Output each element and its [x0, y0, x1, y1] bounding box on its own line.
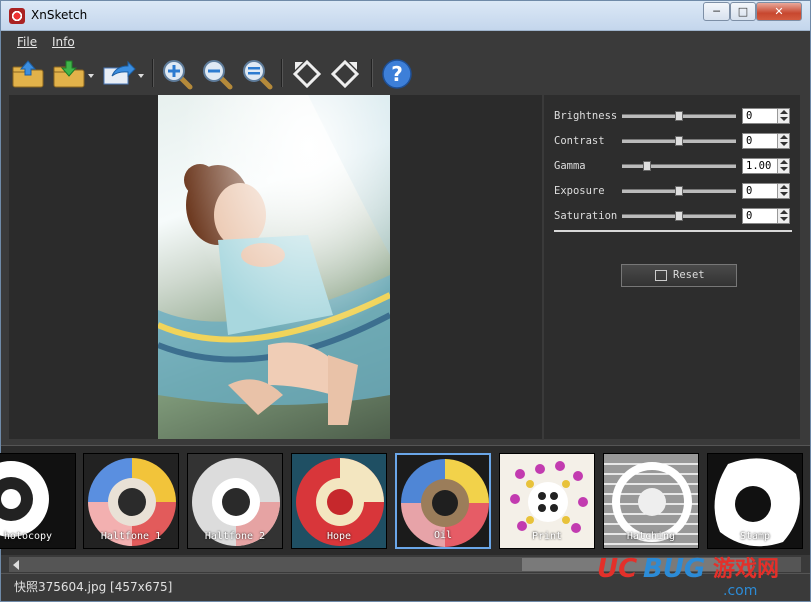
menu-bar: File Info — [1, 31, 810, 53]
reset-button[interactable]: Reset — [621, 264, 737, 287]
spinbox-gamma[interactable]: 1.00 — [742, 158, 790, 174]
adj-label-brightness: Brightness — [554, 110, 618, 122]
slider-thumb[interactable] — [675, 111, 683, 121]
filter-thumb-stamp[interactable]: Stamp — [707, 453, 803, 549]
reset-label: Reset — [673, 269, 705, 281]
rotate-right-button[interactable] — [329, 58, 360, 89]
image-canvas[interactable] — [9, 95, 542, 439]
rotate-left-button[interactable] — [291, 58, 322, 89]
filter-thumb-oil[interactable]: Oil — [395, 453, 491, 549]
spin-arrows-icon[interactable] — [777, 159, 789, 173]
app-window: XnSketch ─ □ ✕ File Info ? Brightness 0 … — [0, 0, 811, 602]
open-icon — [12, 60, 44, 88]
filter-label: Oil — [433, 530, 453, 541]
adj-label-exposure: Exposure — [554, 185, 605, 197]
toolbar-separator — [152, 59, 154, 87]
share-button[interactable] — [102, 58, 144, 88]
filter-thumb-haltfone-2[interactable]: Haltfone 2 — [187, 453, 283, 549]
share-icon — [103, 60, 144, 85]
menu-info-label: Info — [52, 35, 75, 49]
filter-label: Haltfone 2 — [204, 531, 266, 542]
slider-contrast[interactable] — [622, 136, 736, 146]
slider-saturation[interactable] — [622, 211, 736, 221]
zoom-in-icon — [163, 60, 193, 90]
close-button[interactable]: ✕ — [756, 2, 802, 21]
spinbox-contrast[interactable]: 0 — [742, 133, 790, 149]
filter-label: Hope — [326, 531, 352, 542]
open-button[interactable] — [12, 58, 44, 88]
spinbox-saturation[interactable]: 0 — [742, 208, 790, 224]
slider-thumb[interactable] — [675, 136, 683, 146]
filter-thumb-hatching[interactable]: Hatching — [603, 453, 699, 549]
toolbar-separator — [281, 59, 283, 87]
adjustments-panel: Brightness 0 Contrast 0 Gamma 1.00 Exposure 0 Sa… — [544, 95, 800, 439]
preview-photo[interactable] — [158, 95, 390, 439]
toolbar-separator — [371, 59, 373, 87]
slider-thumb[interactable] — [675, 211, 683, 221]
spin-arrows-icon[interactable] — [777, 134, 789, 148]
filter-thumb-hotocopy[interactable]: hotocopy — [0, 453, 76, 549]
spin-arrows-icon[interactable] — [777, 109, 789, 123]
spinbox-value: 0 — [746, 110, 753, 122]
spinbox-brightness[interactable]: 0 — [742, 108, 790, 124]
status-file-info: 快照375604.jpg [457x675] — [14, 580, 173, 594]
svg-text:UC: UC — [597, 554, 637, 584]
title-bar[interactable]: XnSketch ─ □ ✕ — [1, 1, 810, 31]
filter-label: Print — [531, 531, 563, 542]
spin-arrows-icon[interactable] — [777, 184, 789, 198]
svg-text:游戏网: 游戏网 — [713, 556, 779, 582]
menu-info[interactable]: Info — [52, 35, 75, 49]
zoom-fit-button[interactable] — [241, 58, 273, 90]
zoom-out-button[interactable] — [201, 58, 233, 90]
filter-label: Hatching — [626, 531, 676, 542]
svg-text:.com: .com — [723, 583, 757, 599]
toolbar: ? — [1, 53, 810, 93]
spinbox-value: 0 — [746, 185, 753, 197]
save-button[interactable] — [53, 58, 94, 88]
save-icon — [53, 60, 94, 88]
minimize-button[interactable]: ─ — [703, 2, 730, 21]
ucbug-logo-icon: UC BUG 游戏网 .com — [597, 554, 779, 599]
help-button[interactable]: ? — [381, 58, 412, 89]
app-logo-icon — [9, 8, 25, 24]
spinbox-value: 0 — [746, 210, 753, 222]
maximize-button[interactable]: □ — [730, 2, 756, 21]
filter-label: Haltfone 1 — [100, 531, 162, 542]
help-icon: ? — [382, 59, 412, 89]
watermark-logo: UC BUG 游戏网 .com — [595, 547, 805, 599]
rotate-left-icon — [292, 59, 322, 89]
slider-thumb[interactable] — [643, 161, 651, 171]
slider-thumb[interactable] — [675, 186, 683, 196]
menu-file-label: File — [17, 35, 38, 49]
filter-thumb-hope[interactable]: Hope — [291, 453, 387, 549]
window-title: XnSketch — [31, 8, 88, 22]
zoom-fit-icon — [243, 60, 273, 90]
slider-brightness[interactable] — [622, 111, 736, 121]
slider-gamma[interactable] — [622, 161, 736, 171]
spinbox-value: 1.00 — [746, 160, 772, 172]
reset-icon — [655, 270, 667, 281]
spin-arrows-icon[interactable] — [777, 209, 789, 223]
adj-label-gamma: Gamma — [554, 160, 586, 172]
zoom-in-button[interactable] — [161, 58, 193, 90]
filter-label: hotocopy — [3, 531, 53, 542]
photo-illustration — [158, 95, 390, 439]
panel-divider — [554, 230, 792, 232]
slider-exposure[interactable] — [622, 186, 736, 196]
adj-label-saturation: Saturation — [554, 210, 618, 222]
svg-text:?: ? — [391, 62, 403, 86]
spinbox-value: 0 — [746, 135, 753, 147]
menu-file[interactable]: File — [17, 35, 37, 49]
svg-text:BUG: BUG — [643, 554, 705, 584]
filter-strip: hotocopy Haltfone 1 Haltfone 2 Hope Oil Print… — [0, 445, 810, 555]
filter-thumb-haltfone-1[interactable]: Haltfone 1 — [83, 453, 179, 549]
rotate-right-icon — [330, 59, 360, 89]
spinbox-exposure[interactable]: 0 — [742, 183, 790, 199]
adj-label-contrast: Contrast — [554, 135, 605, 147]
filter-label: Stamp — [739, 531, 771, 542]
scroll-left-arrow-icon[interactable] — [13, 560, 19, 570]
zoom-out-icon — [203, 60, 233, 90]
filter-thumb-print[interactable]: Print — [499, 453, 595, 549]
